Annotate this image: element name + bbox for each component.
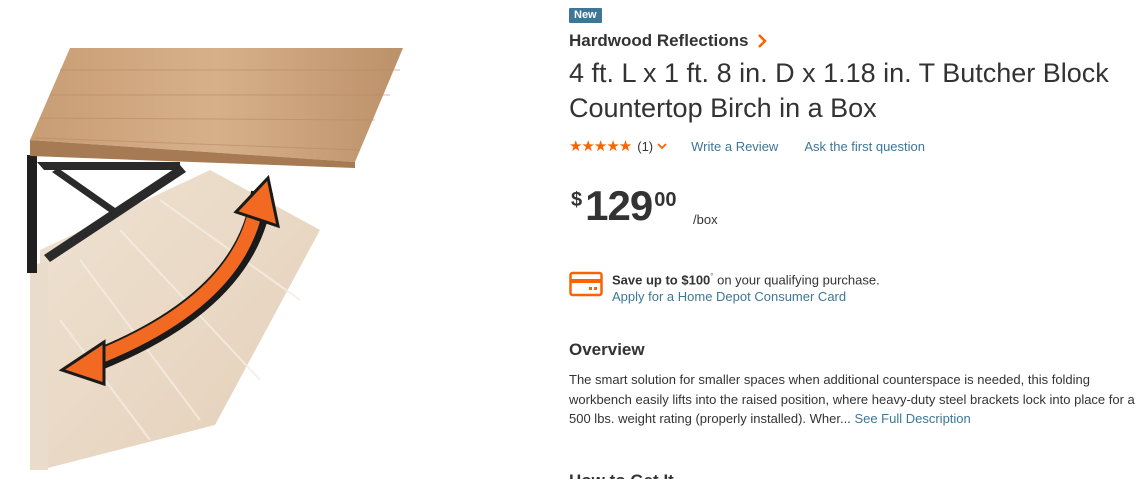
see-full-description-link[interactable]: See Full Description xyxy=(854,411,970,426)
ask-question-link[interactable]: Ask the first question xyxy=(804,139,925,154)
chevron-down-icon[interactable] xyxy=(657,142,667,150)
chevron-right-icon[interactable] xyxy=(757,33,768,49)
price: $ 129 00 /box xyxy=(571,182,718,229)
wall-rail xyxy=(27,155,37,273)
workbench-illustration xyxy=(27,48,403,470)
price-unit: /box xyxy=(693,212,718,227)
brand-link[interactable]: Hardwood Reflections xyxy=(569,31,768,51)
overview-heading: Overview xyxy=(569,340,645,359)
product-info: New Hardwood Reflections 4 ft. L x 1 ft.… xyxy=(569,0,1140,479)
apply-card-link[interactable]: Apply for a Home Depot Consumer Card xyxy=(612,288,880,305)
new-badge: New xyxy=(569,8,602,23)
star-rating[interactable]: ★★★★★ xyxy=(569,137,632,155)
how-to-get-it-heading: How to Get It xyxy=(569,471,674,479)
price-dollars: 129 xyxy=(585,182,653,229)
card-save-text: Save up to $100° on your qualifying purc… xyxy=(612,272,880,288)
ghost-panel-edge xyxy=(30,262,48,470)
rating-row: ★★★★★ (1) Write a Review Ask the first q… xyxy=(569,137,925,155)
price-cents: 00 xyxy=(654,189,677,211)
brand-name[interactable]: Hardwood Reflections xyxy=(569,31,748,51)
overview-text: The smart solution for smaller spaces wh… xyxy=(569,372,1135,426)
product-image[interactable] xyxy=(0,0,420,479)
price-currency: $ xyxy=(571,189,583,211)
credit-card-promo: Save up to $100° on your qualifying purc… xyxy=(569,268,880,305)
credit-card-icon xyxy=(569,271,603,297)
product-title: 4 ft. L x 1 ft. 8 in. D x 1.18 in. T But… xyxy=(569,58,1109,123)
review-count[interactable]: (1) xyxy=(637,139,653,154)
write-review-link[interactable]: Write a Review xyxy=(691,139,778,154)
